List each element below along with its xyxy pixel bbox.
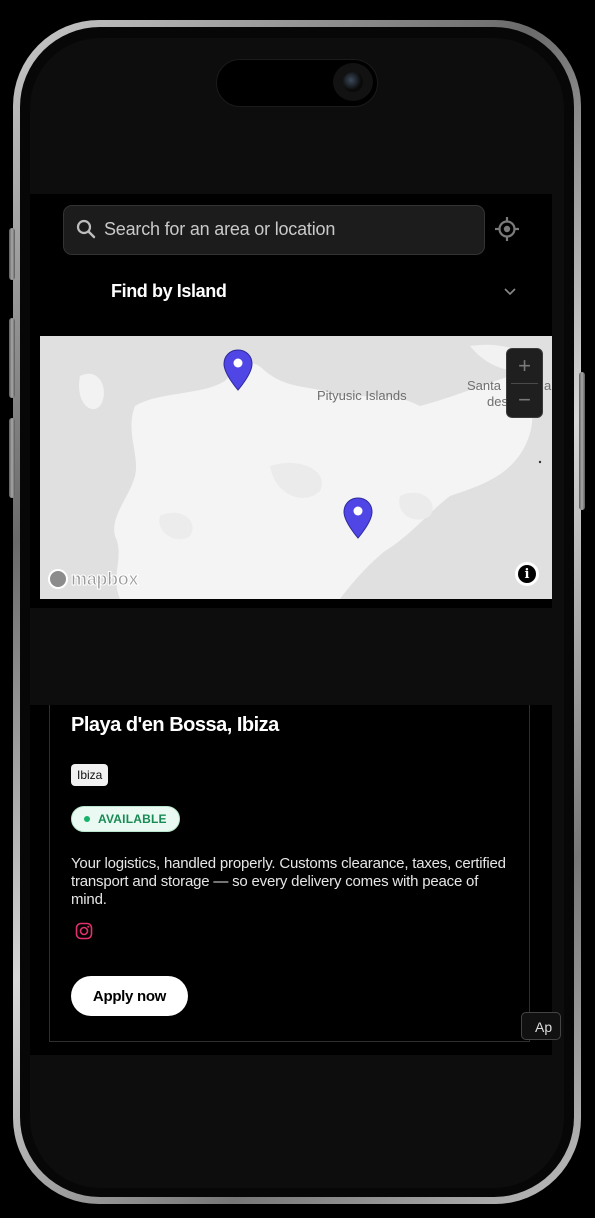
map-view[interactable]: Pityusic Islands Santa a des (40, 336, 552, 599)
map-label-pityusic: Pityusic Islands (317, 388, 407, 403)
search-input[interactable] (104, 214, 464, 244)
next-card-apply-button[interactable]: Ap (521, 1012, 561, 1040)
volume-down-button (9, 418, 15, 498)
location-title: Playa d'en Bossa, Ibiza (71, 714, 279, 736)
map-label-santa-suffix: a (544, 378, 552, 393)
location-description: Your logistics, handled properly. Custom… (71, 855, 506, 908)
mapbox-logo[interactable]: mapbox (48, 567, 139, 591)
map-pin-icon[interactable] (342, 496, 374, 540)
status-label: AVAILABLE (98, 812, 167, 826)
mapbox-wordmark: mapbox (70, 568, 139, 589)
status-dot-icon (84, 816, 90, 822)
map-land (40, 336, 552, 599)
map-info-button[interactable]: i (515, 562, 539, 586)
info-icon: i (518, 565, 536, 583)
island-tag: Ibiza (71, 764, 109, 786)
zoom-out-button[interactable]: − (507, 383, 542, 417)
apply-now-button[interactable]: Apply now (71, 976, 188, 1016)
zoom-in-button[interactable]: + (507, 349, 542, 383)
instagram-icon[interactable] (75, 922, 93, 940)
map-label-des: des (487, 394, 508, 409)
map-pin-icon[interactable] (222, 348, 254, 392)
camera-icon (333, 63, 373, 101)
chevron-down-icon[interactable] (501, 283, 519, 299)
zoom-control: + − (506, 348, 543, 418)
search-icon (76, 219, 96, 239)
locate-icon[interactable] (494, 216, 520, 242)
status-badge: AVAILABLE (71, 806, 180, 832)
action-button (9, 228, 15, 280)
power-button (579, 372, 585, 510)
mapbox-mark-icon (48, 569, 68, 589)
find-by-island-dropdown[interactable]: Find by Island (111, 281, 227, 302)
volume-up-button (9, 318, 15, 398)
map-label-santa: Santa (467, 378, 501, 393)
